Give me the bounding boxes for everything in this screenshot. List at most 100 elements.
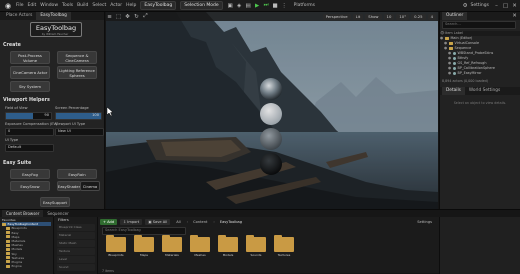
folder-icon bbox=[162, 235, 182, 252]
tab-place-actors[interactable]: Place Actors bbox=[2, 12, 36, 20]
menu-actor[interactable]: Actor bbox=[110, 3, 122, 8]
scale-tool-icon[interactable]: ⤢ bbox=[142, 13, 149, 20]
menu-select[interactable]: Select bbox=[92, 3, 106, 8]
content-settings-button[interactable]: Settings bbox=[414, 219, 435, 225]
breadcrumb-easytoolbag[interactable]: EasyToolbag bbox=[217, 219, 245, 225]
rotate-tool-icon[interactable]: ↻ bbox=[133, 13, 140, 20]
save-all-button[interactable]: ▣ Save All bbox=[145, 218, 171, 225]
show-dropdown[interactable]: Show bbox=[365, 13, 382, 20]
breadcrumb-all[interactable]: All bbox=[173, 219, 183, 225]
angle-snap[interactable]: 10° bbox=[396, 13, 410, 20]
settings-menu[interactable]: Settings bbox=[471, 3, 489, 8]
asset-folder[interactable]: Materials bbox=[162, 235, 182, 259]
filter-item[interactable]: Blueprint Class bbox=[57, 224, 95, 231]
easyrain-button[interactable]: EasyRain bbox=[57, 169, 97, 179]
cinecamera-actor-button[interactable]: CineCamera Actor bbox=[10, 66, 50, 79]
actor-icon bbox=[453, 57, 456, 60]
lighting-reference-spheres-button[interactable]: Lighting Reference Spheres bbox=[57, 66, 97, 79]
outliner-row[interactable]: ● BP_EasyMirror bbox=[440, 71, 520, 76]
easyshader-button[interactable]: EasyShader bbox=[57, 181, 81, 191]
asset-folder[interactable]: Maps bbox=[134, 235, 154, 259]
tab-outliner[interactable]: Outliner bbox=[442, 12, 468, 20]
stop-icon[interactable]: ■ bbox=[272, 2, 279, 9]
filter-item[interactable]: Level bbox=[57, 256, 95, 263]
close-icon[interactable]: ✕ bbox=[511, 2, 518, 9]
outliner-search-placeholder: Search... bbox=[445, 22, 461, 26]
tree-item[interactable]: Engine bbox=[2, 264, 51, 268]
easysnow-button[interactable]: EasySnow bbox=[10, 181, 50, 191]
asset-folder[interactable]: Textures bbox=[274, 235, 294, 259]
menu-tools[interactable]: Tools bbox=[62, 3, 73, 8]
filter-item[interactable]: Material bbox=[57, 232, 95, 239]
outliner-search[interactable]: Search... bbox=[442, 21, 516, 29]
sky-system-button[interactable]: Sky System bbox=[10, 81, 50, 92]
select-tool-icon[interactable]: ⬚ bbox=[115, 13, 122, 20]
filter-item[interactable]: Texture bbox=[57, 248, 95, 255]
folder-icon bbox=[2, 222, 6, 226]
menu-file[interactable]: File bbox=[16, 3, 24, 8]
maximize-icon[interactable]: □ bbox=[502, 2, 509, 9]
filter-item[interactable]: Sound bbox=[57, 264, 95, 271]
settings-icon[interactable]: ⚙ bbox=[462, 2, 469, 9]
mouse-cursor-icon bbox=[106, 106, 114, 116]
folder-icon bbox=[6, 226, 10, 230]
menu-edit[interactable]: Edit bbox=[28, 3, 37, 8]
exposure-label: Exposure Compensation (EV) bbox=[5, 122, 58, 126]
asset-folder[interactable]: Models bbox=[218, 235, 238, 259]
tab-world-settings[interactable]: World Settings bbox=[465, 87, 504, 95]
more-options-icon[interactable]: ⋮ bbox=[281, 2, 288, 9]
viewport-menu-icon[interactable]: ≡ bbox=[106, 13, 113, 20]
selection-mode-dropdown[interactable]: Selection Mode bbox=[180, 1, 223, 10]
perspective-dropdown[interactable]: Perspective bbox=[322, 13, 351, 20]
content-search-input[interactable]: Search EasyToolbag bbox=[102, 227, 186, 235]
menu-build[interactable]: Build bbox=[77, 3, 88, 8]
folder-icon bbox=[246, 235, 266, 252]
filter-item[interactable]: Static Mesh bbox=[57, 240, 95, 247]
easyfog-button[interactable]: EasyFog bbox=[10, 169, 50, 179]
outliner-close-icon[interactable]: ✕ bbox=[511, 13, 518, 20]
screen-percentage-slider[interactable]: 100 bbox=[55, 112, 102, 120]
minimize-icon[interactable]: – bbox=[493, 2, 500, 9]
menu-window[interactable]: Window bbox=[40, 3, 58, 8]
grid-snap[interactable]: 10 bbox=[383, 13, 395, 20]
move-tool-icon[interactable]: ✥ bbox=[124, 13, 131, 20]
camera-speed[interactable]: 4 bbox=[427, 13, 436, 20]
cinematics-icon[interactable]: ▤ bbox=[245, 2, 252, 9]
cinema-dropdown[interactable]: Cinema bbox=[80, 181, 100, 191]
play-icon[interactable]: ▶ bbox=[254, 2, 261, 9]
content-item-count: 7 items bbox=[102, 269, 114, 273]
platforms-menu[interactable]: Platforms bbox=[294, 3, 315, 8]
outliner-panel: Outliner ✕ Search... 👁 Item Label ● Main (… bbox=[439, 12, 520, 209]
folder-tree: Favorites EasyToolbagContent Blueprints … bbox=[0, 217, 54, 274]
save-icon[interactable]: ▣ bbox=[227, 2, 234, 9]
play-options-icon[interactable]: ⏭ bbox=[263, 2, 270, 9]
level-viewport[interactable]: ≡ ⬚ ✥ ↻ ⤢ Perspective Lit Show 10 10° 0.… bbox=[106, 12, 438, 209]
tab-content-browser[interactable]: Content Browser bbox=[2, 210, 44, 217]
add-button[interactable]: + Add bbox=[100, 218, 118, 225]
fov-slider[interactable]: 90 bbox=[5, 112, 52, 120]
breadcrumb-content[interactable]: Content bbox=[190, 219, 210, 225]
import-button[interactable]: ⇩ Import bbox=[120, 218, 143, 225]
tab-sequencer[interactable]: Sequencer bbox=[43, 210, 72, 217]
ui-type-dropdown[interactable]: Default bbox=[5, 144, 54, 152]
asset-folder[interactable]: Sounds bbox=[246, 235, 266, 259]
viewport-toolbar: ≡ ⬚ ✥ ↻ ⤢ Perspective Lit Show 10 10° 0.… bbox=[106, 12, 438, 21]
unreal-logo-icon[interactable]: ◉ bbox=[3, 2, 13, 10]
sequence-cinecamera-button[interactable]: Sequence & CineCamera bbox=[57, 51, 97, 64]
ui-type-label: UI Type bbox=[5, 138, 19, 142]
tab-easytoolbag[interactable]: EasyToolbag bbox=[36, 12, 71, 20]
asset-folder[interactable]: Meshes bbox=[190, 235, 210, 259]
scale-snap[interactable]: 0.25 bbox=[411, 13, 426, 20]
asset-folder[interactable]: Blueprints bbox=[106, 235, 126, 259]
tab-details[interactable]: Details bbox=[442, 87, 465, 95]
menu-help[interactable]: Help bbox=[126, 3, 136, 8]
easysupport-button[interactable]: EasySupport bbox=[40, 197, 70, 207]
actor-icon bbox=[453, 62, 456, 65]
post-process-volume-button[interactable]: Post-Process Volume bbox=[10, 51, 50, 64]
viewport-ui-type-dropdown[interactable]: New UI bbox=[55, 128, 104, 136]
project-tab[interactable]: EasyToolbag bbox=[140, 1, 177, 10]
lit-dropdown[interactable]: Lit bbox=[352, 13, 364, 20]
exposure-input[interactable]: 0 bbox=[5, 128, 54, 136]
folder-icon bbox=[449, 47, 453, 50]
blueprint-icon[interactable]: ◈ bbox=[236, 2, 243, 9]
